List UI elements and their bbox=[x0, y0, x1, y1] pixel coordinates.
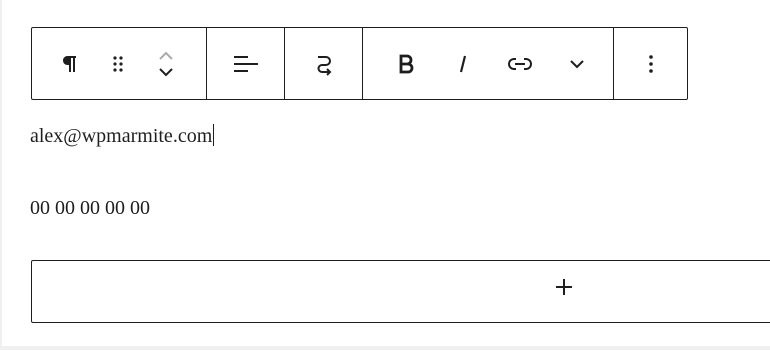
phone-text: 00 00 00 00 00 bbox=[30, 197, 150, 219]
move-up-icon[interactable] bbox=[154, 48, 178, 64]
move-down-icon[interactable] bbox=[154, 64, 178, 80]
pilcrow-icon[interactable] bbox=[46, 41, 94, 87]
drag-handle-icon[interactable] bbox=[94, 41, 142, 87]
email-text: alex@wpmarmite.com bbox=[30, 125, 213, 147]
block-type-group bbox=[32, 28, 206, 99]
alignment-group bbox=[206, 28, 284, 99]
editor-canvas: alex@wpmarmite.com 00 00 00 00 00 bbox=[2, 0, 770, 346]
plus-icon bbox=[556, 279, 572, 295]
formatting-group bbox=[362, 28, 613, 99]
more-options-icon[interactable] bbox=[628, 41, 674, 87]
move-up-down-icon[interactable] bbox=[142, 41, 190, 87]
block-appender-button[interactable] bbox=[31, 260, 770, 323]
phone-paragraph[interactable]: 00 00 00 00 00 bbox=[30, 196, 150, 220]
transform-group bbox=[284, 28, 362, 99]
transform-icon[interactable] bbox=[301, 41, 347, 87]
align-left-icon[interactable] bbox=[223, 41, 269, 87]
email-paragraph[interactable]: alex@wpmarmite.com bbox=[30, 124, 215, 148]
bold-icon[interactable] bbox=[377, 41, 434, 87]
chevron-down-icon[interactable] bbox=[548, 41, 605, 87]
options-group bbox=[613, 28, 687, 99]
link-icon[interactable] bbox=[491, 41, 548, 87]
italic-icon[interactable] bbox=[434, 41, 491, 87]
block-toolbar bbox=[31, 27, 688, 100]
text-cursor bbox=[213, 124, 215, 146]
